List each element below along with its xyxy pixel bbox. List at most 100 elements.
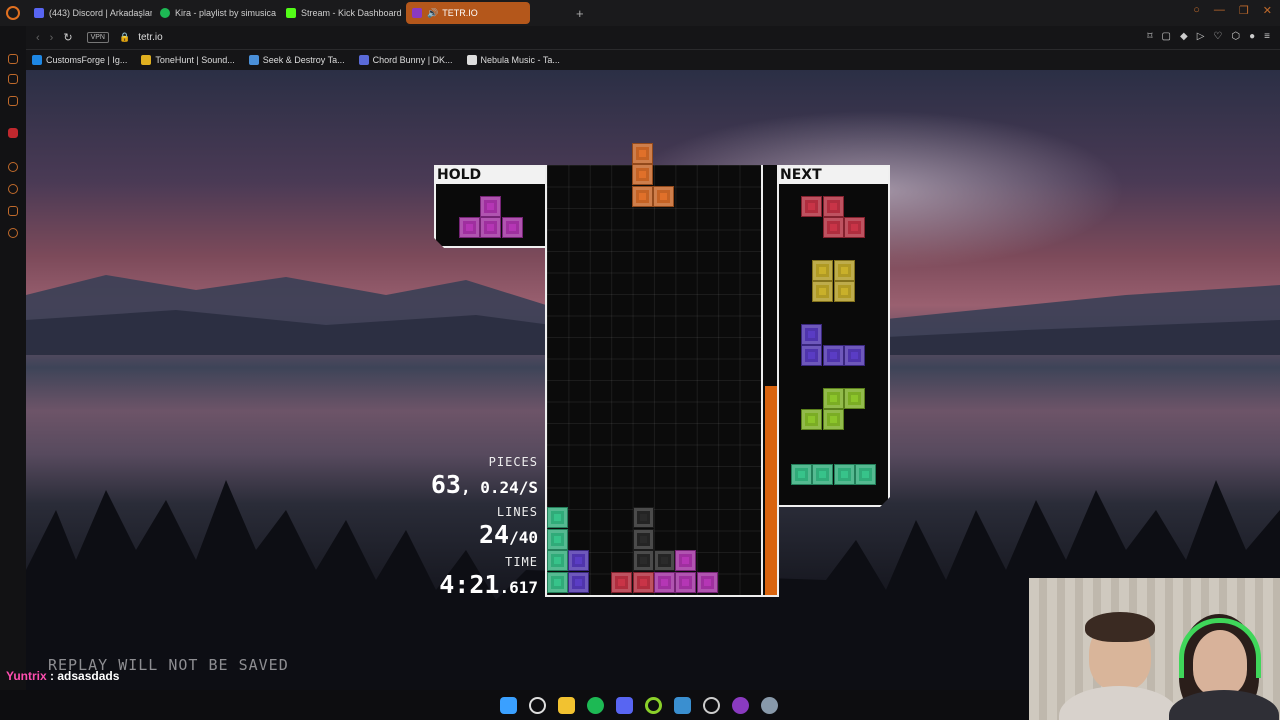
next-mino [812,260,833,281]
next-panel: NEXT [779,165,890,507]
file-explorer-icon[interactable] [558,697,575,714]
customsforge-icon [32,55,42,65]
adblock-shield-icon[interactable]: ◆ [1180,31,1188,42]
taskbar [0,690,1029,720]
bookmark-tonehunt[interactable]: ToneHunt | Sound... [141,55,235,65]
menu-icon[interactable]: ≡ [1264,31,1270,42]
tab-discord[interactable]: (443) Discord | Arkadaşlar [28,2,152,24]
next-mino [844,388,865,409]
pieces-value: 63 [430,470,461,499]
person-left-hair [1085,612,1155,642]
snapshot-icon[interactable]: ▢ [1162,31,1171,42]
stack-mino [675,550,697,572]
active-piece-mino [632,185,653,207]
sidebar-history-icon[interactable] [8,162,18,172]
sidebar-messenger-icon[interactable] [8,96,18,106]
hold-mino [480,217,501,238]
sidebar-extensions-icon[interactable] [8,206,18,216]
restore-icon[interactable]: ❐ [1239,4,1249,17]
tab-spotify[interactable]: Kira - playlist by simusica [154,2,278,24]
heart-icon[interactable]: ♡ [1213,31,1222,42]
pieces-rate: , 0.24/S [460,478,538,497]
next-label: NEXT [779,167,888,184]
spotify-icon [160,8,170,18]
stack-mino [568,571,590,593]
active-piece-mino [653,185,675,207]
lock-icon[interactable]: 🔒 [119,32,130,43]
tab-tetrio[interactable]: 🔊 TETR.IO [406,2,530,24]
search-icon[interactable]: ○ [1193,4,1200,17]
stack-mino [547,550,568,572]
opera-gx-logo-icon[interactable] [0,0,26,26]
discord-icon [34,8,44,18]
play-icon[interactable]: ▷ [1197,31,1205,42]
bookmark-customsforge[interactable]: CustomsForge | Ig... [32,55,127,65]
url-field[interactable]: tetr.io [138,32,162,43]
next-mino [801,345,822,366]
search-icon[interactable] [529,697,546,714]
time-label: TIME [505,555,538,569]
next-mino [823,196,844,217]
bookmarks-bar: CustomsForge | Ig... ToneHunt | Sound...… [26,50,1280,70]
opera-gx-icon[interactable] [645,697,662,714]
bookmark-chord-bunny[interactable]: Chord Bunny | DK... [358,55,453,65]
sidebar-app-icon[interactable] [8,128,18,138]
next-mino [834,281,855,302]
tetrio-icon[interactable] [732,697,749,714]
bookmark-nebula-music[interactable]: Nebula Music - Ta... [466,55,560,65]
minimize-icon[interactable]: — [1214,4,1225,17]
pieces-stat: 63, 0.24/S [431,470,538,499]
next-mino [823,217,844,238]
time-stat: 4:21.617 [439,570,538,599]
time-ms: .617 [499,578,538,597]
new-tab-button[interactable]: + [576,6,584,21]
browser-tab-bar: (443) Discord | Arkadaşlar Kira - playli… [0,0,1280,26]
address-bar-actions: ⌑ ▢ ◆ ▷ ♡ ⬡ ● ≡ [1147,31,1270,42]
chat-username: Yuntrix [6,669,47,683]
lines-value: 24 [478,520,510,549]
reload-icon[interactable]: ↻ [63,31,72,44]
bookmark-icon[interactable]: ⌑ [1147,31,1152,42]
sidebar-clock-icon[interactable] [8,184,18,194]
stack-mino [611,571,633,593]
next-mino [791,464,812,485]
back-icon[interactable]: ‹ [36,32,40,44]
next-mino [834,260,855,281]
stack-mino [632,550,654,572]
garbage-meter [763,165,779,597]
next-mino [834,464,855,485]
forward-icon[interactable]: › [50,32,54,44]
hold-label: HOLD [436,167,545,184]
next-mino [823,388,844,409]
tab-kick[interactable]: Stream - Kick Dashboard [280,2,404,24]
kick-icon [286,8,296,18]
discord-icon[interactable] [616,697,633,714]
bookmark-seek-destroy[interactable]: Seek & Destroy Ta... [248,55,345,65]
app-icon[interactable] [674,697,691,714]
webcam-overlay [1029,578,1280,720]
pieces-label: PIECES [488,455,538,469]
profile-icon[interactable]: ● [1249,31,1255,42]
sidebar-gx-corner-icon[interactable] [8,54,18,64]
next-mino [823,409,844,430]
extensions-icon[interactable]: ⬡ [1231,31,1240,42]
settings-icon[interactable] [761,697,778,714]
vpn-badge[interactable]: VPN [86,32,109,43]
tonehunt-icon [141,55,152,65]
window-controls: ○ — ❐ ✕ [1193,4,1272,17]
tetrio-icon [412,8,422,18]
time-main: 4:21 [439,570,500,599]
hold-mino [480,196,501,217]
spotify-icon[interactable] [587,697,604,714]
sidebar-twitch-icon[interactable] [8,74,18,84]
hold-panel: HOLD [434,165,545,248]
hold-piece [436,184,545,248]
stack-mino [568,550,590,572]
osu-icon[interactable] [703,697,720,714]
sidebar-settings-icon[interactable] [8,228,18,238]
windows-start-icon[interactable] [500,697,517,714]
stack-mino [654,550,675,572]
stack-mino [675,571,697,593]
garbage-meter-fill [765,386,777,595]
close-icon[interactable]: ✕ [1263,4,1272,17]
